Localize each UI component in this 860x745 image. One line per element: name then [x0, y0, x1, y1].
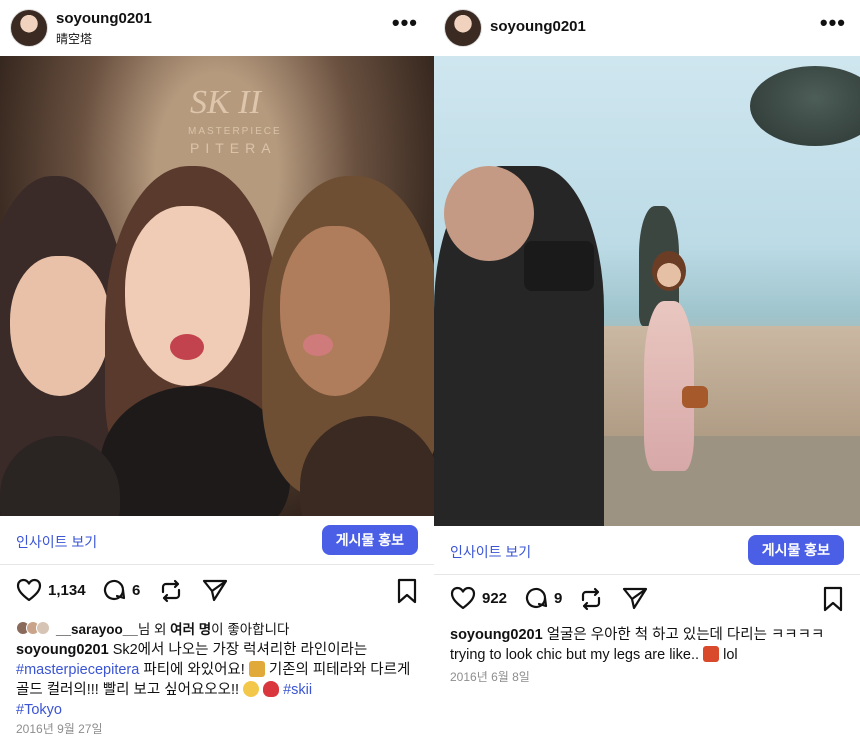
liked-by-pre: 님 외 — [137, 622, 171, 637]
comment-icon[interactable] — [102, 578, 126, 602]
post-photo[interactable] — [434, 56, 860, 526]
hashtag[interactable]: #masterpiecepitera — [16, 662, 139, 678]
post-date: 2016년 9월 27일 — [16, 722, 103, 736]
emoji-dancer-icon — [703, 646, 720, 662]
like-count[interactable]: 1,134 — [48, 582, 86, 599]
post-header: soyoung0201 晴空塔 ••• — [0, 0, 434, 56]
liked-by[interactable]: __sarayoo__님 외 여러 명이 좋아합니다 — [16, 618, 289, 638]
caption-text: Sk2에서 나오는 가장 럭셔리한 라인이라는 — [108, 642, 368, 658]
liker-name[interactable]: __sarayoo__ — [56, 622, 138, 637]
liked-by-others[interactable]: 여러 명 — [170, 622, 211, 637]
comment-icon[interactable] — [524, 586, 548, 610]
post-2: soyoung0201 ••• 인사이트 보기 게시물 홍보 922 9 soy… — [434, 0, 860, 745]
caption-text: 파티에 와있어요! — [139, 662, 249, 678]
caption: soyoung0201 얼굴은 우아한 척 하고 있는데 다리는 ㅋㅋㅋㅋ tr… — [450, 625, 848, 665]
caption-author[interactable]: soyoung0201 — [450, 627, 543, 643]
share-action[interactable] — [202, 578, 228, 602]
username[interactable]: soyoung0201 — [490, 18, 586, 35]
hashtag[interactable]: #Tokyo — [16, 702, 62, 718]
person-right-face — [280, 226, 390, 396]
share-icon[interactable] — [202, 578, 228, 602]
handbag — [682, 386, 708, 408]
insights-row: 인사이트 보기 게시물 홍보 — [0, 516, 434, 564]
repost-icon[interactable] — [158, 578, 184, 604]
comment-action[interactable]: 6 — [102, 578, 140, 602]
heart-icon[interactable] — [450, 586, 476, 610]
photo-sign-line1: MASTERPIECE — [188, 126, 282, 137]
post-photo[interactable]: SK II MASTERPIECE PITERA — [0, 56, 434, 516]
liked-by-text: __sarayoo__님 외 여러 명이 좋아합니다 — [56, 618, 289, 638]
liked-by-post: 이 좋아합니다 — [211, 622, 290, 637]
bookmark-icon[interactable] — [396, 578, 418, 604]
avatar[interactable] — [444, 9, 482, 47]
heart-icon[interactable] — [16, 578, 42, 602]
emoji-heart-icon — [263, 681, 280, 697]
more-icon[interactable]: ••• — [820, 12, 846, 34]
emoji-face-icon — [243, 681, 260, 697]
insights-row: 인사이트 보기 게시물 홍보 — [434, 526, 860, 574]
person-left-face — [10, 256, 110, 396]
comment-count[interactable]: 9 — [554, 590, 562, 607]
repost-icon[interactable] — [578, 586, 604, 612]
photographer-head — [444, 166, 534, 261]
caption-author[interactable]: soyoung0201 — [16, 642, 109, 658]
photo-sign-brand: SK II — [190, 84, 261, 121]
action-bar: 1,134 6 — [0, 570, 434, 614]
camera — [524, 241, 594, 291]
photo-sign-line2: PITERA — [190, 140, 277, 156]
hashtag[interactable]: #skii — [283, 682, 312, 698]
action-bar: 922 9 — [434, 578, 860, 622]
post-header: soyoung0201 ••• — [434, 0, 860, 56]
like-action[interactable]: 922 — [450, 586, 507, 610]
share-icon[interactable] — [622, 586, 648, 610]
comment-count[interactable]: 6 — [132, 582, 140, 599]
repost-action[interactable] — [158, 578, 184, 604]
repost-action[interactable] — [578, 586, 604, 612]
person-right-lips — [303, 334, 333, 356]
like-count[interactable]: 922 — [482, 590, 507, 607]
avatar[interactable] — [10, 9, 48, 47]
like-action[interactable]: 1,134 — [16, 578, 86, 602]
bookmark-action[interactable] — [396, 578, 418, 609]
separator — [0, 564, 434, 565]
post-date: 2016년 6월 8일 — [450, 670, 530, 684]
caption-text: lol — [719, 647, 738, 663]
location[interactable]: 晴空塔 — [56, 30, 92, 47]
promote-post-button[interactable]: 게시물 홍보 — [321, 525, 418, 555]
fountain — [750, 66, 860, 146]
more-icon[interactable]: ••• — [392, 12, 418, 34]
caption: soyoung0201 Sk2에서 나오는 가장 럭셔리한 라인이라는 #mas… — [16, 640, 422, 720]
bookmark-icon[interactable] — [822, 586, 844, 612]
post-1: soyoung0201 晴空塔 ••• SK II MASTERPIECE PI… — [0, 0, 434, 745]
separator — [434, 574, 860, 575]
username[interactable]: soyoung0201 — [56, 10, 152, 27]
promote-post-button[interactable]: 게시물 홍보 — [747, 535, 844, 565]
person-middle-lips — [170, 334, 204, 360]
bookmark-action[interactable] — [822, 586, 844, 617]
woman-head — [652, 251, 686, 291]
liker-avatar — [36, 621, 50, 635]
view-insights-link[interactable]: 인사이트 보기 — [450, 542, 531, 562]
emoji-dancers-icon — [248, 661, 265, 677]
view-insights-link[interactable]: 인사이트 보기 — [16, 532, 97, 552]
share-action[interactable] — [622, 586, 648, 610]
comment-action[interactable]: 9 — [524, 586, 562, 610]
